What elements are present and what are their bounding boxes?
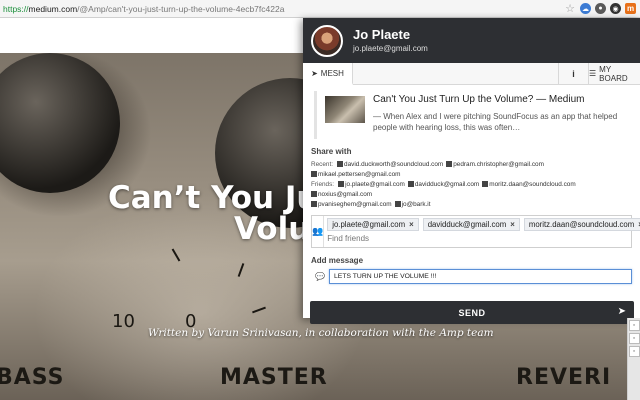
contact-suggestions: Recent: david.duckworth@soundcloud.com p…: [311, 160, 632, 210]
friends-row-2: pvaniseghem@gmail.com jo@bark.it: [311, 200, 632, 210]
remove-chip-icon[interactable]: ×: [409, 220, 414, 229]
recipient-chip: davidduck@gmail.com ×: [422, 218, 520, 231]
extension-toolbar: ☆ ☁ ● ◉ m: [564, 3, 640, 15]
popup-content: Can't You Just Turn Up the Volume? — Med…: [303, 85, 640, 324]
tab-my-board-label: MY BOARD: [599, 64, 628, 83]
url-path: /@Amp/can't-you-just-turn-up-the-volume-…: [77, 3, 285, 14]
preview-thumbnail: [325, 96, 365, 123]
add-message-label: Add message: [311, 256, 364, 265]
recipients-field: 👥 jo.plaete@gmail.com × davidduck@gmail.c…: [311, 215, 640, 248]
user-email: jo.plaete@gmail.com: [353, 43, 428, 53]
orange-m-icon[interactable]: m: [625, 3, 636, 14]
amp-knob-left: [0, 53, 120, 193]
message-input[interactable]: [329, 269, 632, 284]
link-preview: Can't You Just Turn Up the Volume? — Med…: [314, 91, 632, 139]
add-box-icon: [311, 201, 317, 207]
list-icon: ☰: [589, 69, 597, 78]
recent-label: Recent:: [311, 161, 334, 168]
scroll-button[interactable]: ▫: [628, 333, 640, 344]
avatar: [311, 24, 343, 57]
find-friends-input[interactable]: [327, 234, 640, 243]
url-field[interactable]: https://medium.com/@Amp/can't-you-just-t…: [0, 4, 564, 14]
dial-mark: [237, 263, 245, 277]
circle-icon[interactable]: ●: [595, 3, 606, 14]
add-box-icon: [446, 161, 453, 167]
contact-option[interactable]: david.duckworth@soundcloud.com: [337, 160, 443, 170]
tab-mesh-label: MESH: [320, 68, 344, 78]
article-title-line2: Volum: [234, 211, 343, 247]
popup-header: Jo Plaete jo.plaete@gmail.com: [303, 18, 640, 63]
users-icon: 👥: [312, 216, 325, 247]
url-scheme: https://: [3, 3, 29, 14]
ghost-icon[interactable]: ◉: [610, 3, 621, 14]
side-scroll-strip: ▫ ▫ ▫: [627, 318, 640, 400]
friends-row: Friends: jo.plaete@gmail.com davidduck@g…: [311, 180, 632, 200]
add-box-icon: [311, 191, 317, 197]
article-title: Can’t You Just Volum: [108, 183, 352, 247]
paper-plane-icon: ➤: [617, 306, 626, 317]
send-button[interactable]: SEND ➤: [310, 301, 634, 324]
message-row: 💬: [311, 269, 632, 284]
recipient-chips: jo.plaete@gmail.com × davidduck@gmail.com…: [327, 218, 640, 231]
dial-mark: [252, 306, 266, 314]
tab-info[interactable]: i: [558, 63, 588, 84]
contact-option[interactable]: jo.plaete@gmail.com: [338, 180, 405, 190]
recipient-chip: moritz.daan@soundcloud.com×: [523, 218, 640, 231]
preview-description: — When Alex and I were pitching SoundFoc…: [373, 112, 618, 132]
contact-option[interactable]: mikael.pettersen@gmail.com: [311, 170, 401, 180]
add-box-icon: [337, 161, 344, 167]
recipients-body: jo.plaete@gmail.com × davidduck@gmail.com…: [324, 216, 640, 247]
remove-chip-icon[interactable]: ×: [510, 220, 515, 229]
contact-option[interactable]: pvaniseghem@gmail.com: [311, 200, 392, 210]
user-info: Jo Plaete jo.plaete@gmail.com: [353, 27, 428, 55]
popup-tabs: ➤ MESH i ☰ MY BOARD: [303, 63, 640, 85]
share-with-label: Share with: [311, 147, 352, 156]
tab-spacer: [353, 63, 558, 84]
amp-label-bass: BASS: [0, 365, 65, 390]
recent-row: Recent: david.duckworth@soundcloud.com p…: [311, 160, 632, 180]
contact-option[interactable]: jo@bark.it: [394, 200, 431, 210]
star-icon[interactable]: ☆: [564, 3, 576, 15]
cloud-icon[interactable]: ☁: [580, 3, 591, 14]
contact-option[interactable]: moritz.daan@soundcloud.com: [482, 180, 576, 190]
add-box-icon: [338, 181, 345, 187]
browser-address-bar: https://medium.com/@Amp/can't-you-just-t…: [0, 0, 640, 18]
tab-mesh[interactable]: ➤ MESH: [303, 63, 353, 85]
scroll-button[interactable]: ▫: [628, 320, 640, 331]
add-box-icon: [311, 171, 317, 177]
contact-option[interactable]: pedram.christopher@gmail.com: [446, 160, 544, 170]
scroll-button[interactable]: ▫: [628, 346, 640, 357]
mesh-popup: Jo Plaete jo.plaete@gmail.com ➤ MESH i ☰…: [303, 18, 640, 324]
contact-option[interactable]: davidduck@gmail.com: [407, 180, 479, 190]
amp-label-master: MASTER: [220, 365, 328, 390]
tab-my-board[interactable]: ☰ MY BOARD: [588, 63, 640, 84]
contact-option[interactable]: noxius@gmail.com: [311, 190, 372, 200]
add-box-icon: [482, 181, 489, 187]
url-host: medium.com: [28, 3, 78, 14]
add-box-icon: [394, 201, 401, 207]
article-byline: Written by Varun Srinivasan, in collabor…: [148, 327, 494, 339]
amp-label-reverb: REVERI: [516, 365, 612, 390]
preview-text: Can't You Just Turn Up the Volume? — Med…: [373, 91, 633, 133]
friends-label: Friends:: [311, 181, 335, 188]
send-arrow-icon: ➤: [311, 68, 318, 78]
preview-title: Can't You Just Turn Up the Volume? — Med…: [373, 94, 585, 105]
comment-icon: 💬: [315, 272, 325, 281]
recipient-chip: jo.plaete@gmail.com ×: [327, 218, 419, 231]
send-button-label: SEND: [458, 307, 486, 318]
dial-number-10: 10: [112, 311, 135, 332]
dial-mark: [171, 248, 181, 262]
user-name: Jo Plaete: [353, 26, 411, 42]
add-box-icon: [407, 181, 414, 187]
